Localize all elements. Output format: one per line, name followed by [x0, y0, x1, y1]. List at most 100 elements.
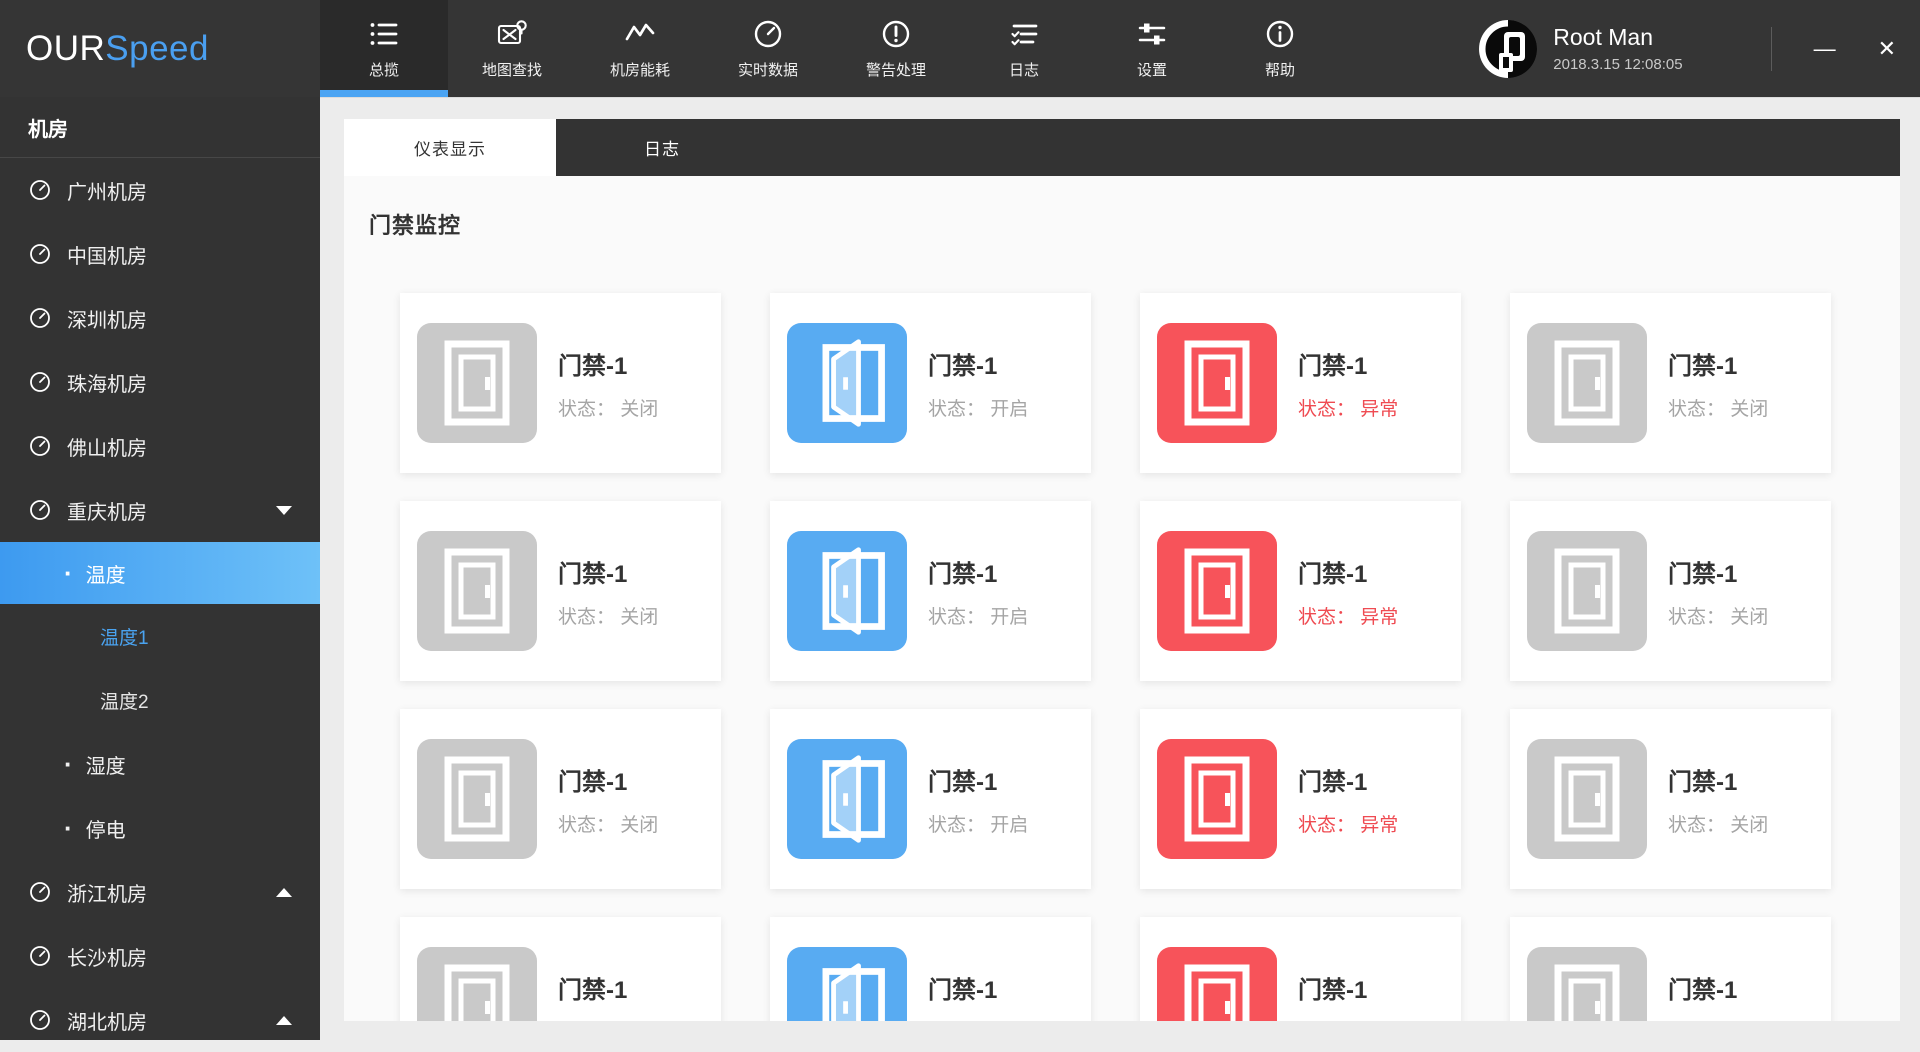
- tab-log[interactable]: 日志: [556, 119, 768, 176]
- user-avatar[interactable]: [1479, 19, 1538, 78]
- top-bar: OUR Speed 总揽 地图查找 机房能耗 实时数据 警告处理 日志 设置 帮…: [0, 0, 1920, 97]
- nav-item-logs[interactable]: 日志: [960, 0, 1088, 97]
- door-status: 状态： 关闭: [1668, 606, 1769, 628]
- datetime: 2018.3.15 12:08:05: [1553, 56, 1683, 73]
- nav-item-alert-handling[interactable]: 警告处理: [832, 0, 960, 97]
- nav-item-overview[interactable]: 总揽: [320, 0, 448, 97]
- door-card-title: 门禁-1: [928, 768, 998, 796]
- sidebar-item-power-cut[interactable]: · 停电: [0, 796, 320, 860]
- door-closed-icon: [417, 531, 537, 651]
- nav-item-help[interactable]: 帮助: [1216, 0, 1344, 97]
- door-card-title: 门禁-1: [1298, 976, 1368, 1004]
- chevron-up-icon[interactable]: [276, 887, 292, 897]
- door-open-icon: [787, 531, 907, 651]
- door-open-icon: [787, 323, 907, 443]
- sidebar-item-zhejiang[interactable]: 浙江机房: [0, 860, 320, 924]
- sidebar-item-changsha[interactable]: 长沙机房: [0, 924, 320, 988]
- door-closed-icon: [1527, 323, 1647, 443]
- door-status: 状态： 关闭: [558, 1018, 658, 1022]
- door-closed-icon: [1527, 531, 1647, 651]
- door-card[interactable]: 门禁-1 状态： 关闭: [400, 293, 721, 473]
- sidebar-list: 广州机房 中国机房 深圳机房 珠海机房 佛山机房 重庆机房 · 温度 温度1 温…: [0, 158, 320, 1052]
- minimize-button[interactable]: —: [1814, 37, 1836, 60]
- door-card[interactable]: 门禁-1 状态： 关闭: [400, 501, 721, 681]
- gauge-icon: [28, 370, 52, 394]
- gauge-icon: [28, 1008, 52, 1032]
- nav-item-settings[interactable]: 设置: [1088, 0, 1216, 97]
- door-card-title: 门禁-1: [1298, 560, 1368, 588]
- door-card[interactable]: 门禁-1 状态： 关闭: [400, 709, 721, 889]
- door-status: 状态： 异常: [1298, 1018, 1398, 1022]
- sidebar-item-temperature-1[interactable]: 温度1: [0, 604, 320, 668]
- door-card-title: 门禁-1: [558, 768, 628, 796]
- top-nav: 总揽 地图查找 机房能耗 实时数据 警告处理 日志 设置 帮助: [320, 0, 1344, 97]
- door-card-title: 门禁-1: [1668, 976, 1738, 1004]
- sidebar-item-chongqing[interactable]: 重庆机房: [0, 478, 320, 542]
- chevron-down-icon[interactable]: [276, 505, 292, 515]
- gauge-icon: [28, 178, 52, 202]
- tab-meter-display[interactable]: 仪表显示: [344, 119, 556, 176]
- door-card[interactable]: 门禁-1 状态： 开启: [770, 917, 1091, 1021]
- door-open-icon: [787, 739, 907, 859]
- door-card[interactable]: 门禁-1 状态： 关闭: [400, 917, 721, 1021]
- door-status: 状态： 关闭: [558, 814, 659, 836]
- door-status: 状态： 开启: [928, 1018, 1028, 1022]
- door-card-title: 门禁-1: [1298, 768, 1368, 796]
- close-button[interactable]: ✕: [1878, 37, 1896, 60]
- sidebar-item-temperature[interactable]: · 温度: [0, 542, 320, 604]
- door-card-title: 门禁-1: [1298, 352, 1368, 380]
- app-logo: OUR Speed: [26, 0, 209, 97]
- door-card[interactable]: 门禁-1 状态： 关闭: [1510, 293, 1831, 473]
- door-card[interactable]: 门禁-1 状态： 关闭: [1510, 501, 1831, 681]
- main-area: 仪表显示 日志 门禁监控 门禁-1 状态： 关闭 门禁-1 状态： 开启 门禁-…: [320, 97, 1920, 1040]
- door-card-title: 门禁-1: [558, 976, 628, 1004]
- sidebar-item-zhuhai[interactable]: 珠海机房: [0, 350, 320, 414]
- user-name: Root Man: [1553, 24, 1653, 50]
- door-card[interactable]: 门禁-1 状态： 关闭: [1510, 709, 1831, 889]
- door-card[interactable]: 门禁-1 状态： 关闭: [1510, 917, 1831, 1021]
- divider: [1770, 26, 1772, 71]
- sidebar-item-foshan[interactable]: 佛山机房: [0, 414, 320, 478]
- door-card[interactable]: 门禁-1 状态： 异常: [1140, 709, 1461, 889]
- door-status: 状态： 开启: [928, 398, 1029, 420]
- sidebar-item-hubei[interactable]: 湖北机房: [0, 988, 320, 1052]
- sidebar-item-guangzhou[interactable]: 广州机房: [0, 158, 320, 222]
- info-icon: [1264, 18, 1296, 50]
- content-panel: 仪表显示 日志 门禁监控 门禁-1 状态： 关闭 门禁-1 状态： 开启 门禁-…: [344, 119, 1900, 1021]
- door-status: 状态： 关闭: [558, 398, 659, 420]
- sidebar-item-shenzhen[interactable]: 深圳机房: [0, 286, 320, 350]
- list-icon: [368, 18, 400, 50]
- nav-item-room-energy[interactable]: 机房能耗: [576, 0, 704, 97]
- user-info: Root Man 2018.3.15 12:08:05: [1553, 24, 1682, 73]
- door-status: 状态： 关闭: [1668, 814, 1769, 836]
- door-card[interactable]: 门禁-1 状态： 开启: [770, 709, 1091, 889]
- warning-icon: [880, 18, 912, 50]
- panel-body: 门禁监控 门禁-1 状态： 关闭 门禁-1 状态： 开启 门禁-1 状态： 异常…: [344, 176, 1900, 1021]
- sidebar-header: 机房: [0, 97, 320, 158]
- door-card-title: 门禁-1: [558, 352, 628, 380]
- door-card[interactable]: 门禁-1 状态： 异常: [1140, 917, 1461, 1021]
- door-card[interactable]: 门禁-1 状态： 异常: [1140, 501, 1461, 681]
- door-status: 状态： 开启: [928, 606, 1029, 628]
- door-closed-icon: [417, 739, 537, 859]
- sidebar-item-temperature-2[interactable]: 温度2: [0, 668, 320, 732]
- door-card[interactable]: 门禁-1 状态： 异常: [1140, 293, 1461, 473]
- door-closed-icon: [1527, 947, 1647, 1021]
- door-card-title: 门禁-1: [1668, 768, 1738, 796]
- door-open-icon: [787, 947, 907, 1021]
- sidebar-item-zhongguo[interactable]: 中国机房: [0, 222, 320, 286]
- door-closed-icon: [1527, 739, 1647, 859]
- sliders-icon: [1136, 18, 1168, 50]
- door-cards-grid: 门禁-1 状态： 关闭 门禁-1 状态： 开启 门禁-1 状态： 异常 门禁-1…: [400, 293, 1900, 1021]
- nav-item-realtime-data[interactable]: 实时数据: [704, 0, 832, 97]
- logo-prefix: OUR: [26, 28, 106, 68]
- gauge-icon: [28, 944, 52, 968]
- door-card-title: 门禁-1: [558, 560, 628, 588]
- door-card[interactable]: 门禁-1 状态： 开启: [770, 501, 1091, 681]
- sidebar-item-humidity[interactable]: · 湿度: [0, 732, 320, 796]
- nav-item-map-search[interactable]: 地图查找: [448, 0, 576, 97]
- door-card[interactable]: 门禁-1 状态： 开启: [770, 293, 1091, 473]
- log-icon: [1008, 18, 1040, 50]
- chevron-up-icon[interactable]: [276, 1015, 292, 1025]
- door-card-title: 门禁-1: [1668, 352, 1738, 380]
